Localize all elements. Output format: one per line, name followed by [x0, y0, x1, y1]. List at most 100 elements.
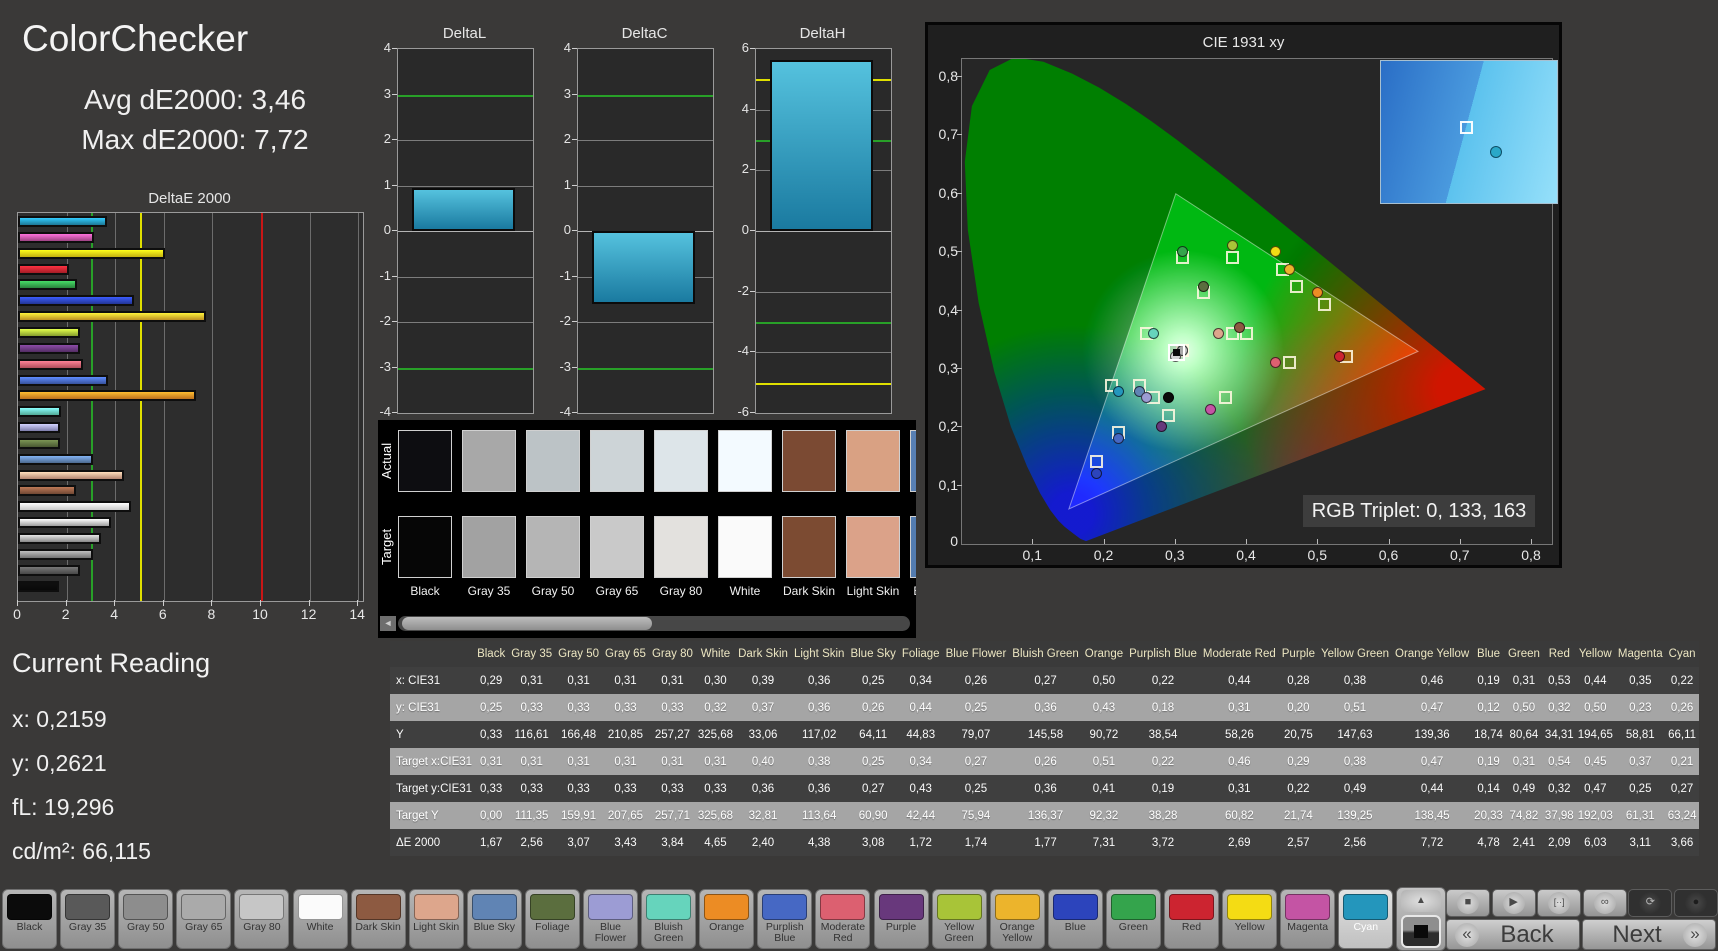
palette-button-magenta[interactable]: Magenta [1280, 889, 1336, 949]
palette-button-orange-yellow[interactable]: Orange Yellow [989, 889, 1045, 949]
bar-green [18, 279, 77, 291]
palette-button-moderate-red[interactable]: Moderate Red [815, 889, 871, 949]
back-button[interactable]: « Back [1446, 919, 1580, 950]
actual-swatch-blue-sky [910, 430, 916, 492]
palette-button-gray-80[interactable]: Gray 80 [234, 889, 290, 949]
cell-y-red: 34,31 [1542, 721, 1576, 748]
cell-x-cie31-blue: 0,19 [1472, 667, 1505, 694]
record-button[interactable]: ● [1674, 889, 1718, 917]
target-swatch-blue-sky [910, 516, 916, 578]
tick-mark [17, 600, 18, 606]
tick-mark [392, 275, 397, 277]
patch-target-marker [1460, 120, 1474, 134]
swatch-label-dark-skin: Dark Skin [782, 584, 835, 598]
palette-button-blue-sky[interactable]: Blue Sky [466, 889, 522, 949]
palette-button-gray-35[interactable]: Gray 35 [60, 889, 116, 949]
deltah-tick--4: -4 [737, 343, 749, 359]
ref-line--3 [578, 367, 713, 370]
bar-purple [18, 342, 81, 354]
bar-black [18, 580, 59, 592]
cell--e-2000-orange-yellow: 7,72 [1392, 829, 1473, 856]
refresh-button[interactable]: ⟳ [1628, 889, 1673, 917]
tick-mark [162, 600, 164, 606]
palette-button-yellow[interactable]: Yellow [1222, 889, 1278, 949]
gridline [309, 213, 311, 601]
scroll-left-arrow-icon[interactable]: ◄ [380, 616, 396, 631]
cell-x-cie31-gray-80: 0,31 [648, 667, 696, 694]
palette-button-yellow-green[interactable]: Yellow Green [931, 889, 987, 949]
tick-mark [1174, 539, 1176, 544]
cell-target-y-bluish-green: 136,37 [1009, 802, 1082, 829]
cell-target-y-cie31-yellow: 0,47 [1575, 775, 1615, 802]
deltal-tick--3: -3 [379, 358, 391, 374]
current-reading-cdm2: cd/m²: 66,115 [12, 838, 151, 864]
measure-series-button[interactable]: [··] [1537, 889, 1582, 917]
palette-chip-yellow-green [936, 894, 982, 920]
tick-mark [1531, 539, 1532, 544]
tick-mark [957, 309, 962, 311]
palette-button-light-skin[interactable]: Light Skin [408, 889, 464, 949]
deltae-axis-tick-10: 10 [252, 606, 268, 622]
cell--e-2000-purple: 2,57 [1278, 829, 1319, 856]
pattern-window-button[interactable] [1401, 915, 1441, 948]
palette-button-blue[interactable]: Blue [1047, 889, 1103, 949]
cell-x-cie31-purple: 0,28 [1278, 667, 1319, 694]
palette-chip-gray-80 [239, 894, 285, 920]
palette-button-dark-skin[interactable]: Dark Skin [350, 889, 406, 949]
palette-button-purplish-blue[interactable]: Purplish Blue [757, 889, 813, 949]
palette-button-cyan[interactable]: Cyan [1338, 889, 1394, 949]
palette-button-bluish-green[interactable]: Bluish Green [641, 889, 697, 949]
measurement-data-table: Black Gray 35 Gray 50 Gray 65 Gray 80 White Da… [390, 641, 1699, 856]
cell-target-y-cie31-purplish-blue: 0,19 [1126, 775, 1200, 802]
play-button[interactable]: ▶ [1491, 889, 1536, 917]
palette-button-green[interactable]: Green [1105, 889, 1161, 949]
palette-button-purple[interactable]: Purple [873, 889, 929, 949]
cell-target-x-cie31-gray-80: 0,31 [648, 748, 696, 775]
stop-button[interactable]: ■ [1446, 889, 1490, 917]
pattern-up-button[interactable]: ▲ [1401, 890, 1441, 912]
cie-x-tick-7: 0,7 [1450, 547, 1470, 563]
tick-mark [750, 230, 755, 231]
palette-chip-blue-flower [588, 894, 633, 920]
next-button[interactable]: Next » [1582, 919, 1716, 950]
palette-button-black[interactable]: Black [2, 889, 57, 949]
cell-target-x-cie31-moderate-red: 0,46 [1199, 748, 1279, 775]
cell-y-cie31-magenta: 0,23 [1614, 694, 1666, 721]
cell-y-gray-65: 210,85 [602, 721, 649, 748]
cell-target-x-cie31-magenta: 0,37 [1614, 748, 1666, 775]
tick-mark [357, 600, 359, 606]
cell--e-2000-moderate-red: 2,69 [1199, 829, 1279, 856]
palette-button-orange[interactable]: Orange [699, 889, 755, 949]
palette-button-gray-65[interactable]: Gray 65 [176, 889, 232, 949]
tick-mark [750, 169, 755, 171]
cell-target-y-cie31-blue: 0,14 [1472, 775, 1505, 802]
measured-point-cyan [1112, 386, 1124, 398]
swatch-scrollbar-thumb[interactable] [402, 617, 652, 630]
palette-button-gray-50[interactable]: Gray 50 [118, 889, 174, 949]
column-header-gray-35: Gray 35 [508, 641, 556, 667]
palette-button-red[interactable]: Red [1164, 889, 1219, 949]
column-header-red: Red [1542, 641, 1576, 667]
tick-mark [957, 251, 962, 253]
palette-button-white[interactable]: White [292, 889, 348, 949]
cell-target-y-orange-yellow: 138,45 [1392, 802, 1473, 829]
target-point-moderate-red [1282, 356, 1296, 370]
palette-button-foliage[interactable]: Foliage [524, 889, 580, 949]
cell-target-y-yellow: 192,03 [1575, 802, 1615, 829]
current-reading-y: y: 0,2621 [12, 750, 107, 776]
target-swatch-gray-80 [654, 516, 708, 578]
cell-target-x-cie31-gray-65: 0,31 [602, 748, 649, 775]
measure-continuous-button[interactable]: ∞ [1582, 889, 1627, 917]
current-reading-fl: fL: 19,296 [12, 794, 115, 820]
palette-chip-bluish-green [646, 894, 692, 920]
tick-mark [392, 366, 397, 368]
palette-chip-light-skin [413, 894, 459, 920]
palette-chip-moderate-red [820, 894, 866, 920]
actual-swatch-white [718, 430, 772, 492]
row-label: Target x:CIE31 [390, 748, 475, 775]
cell-target-x-cie31-yellow: 0,45 [1575, 748, 1615, 775]
cell--e-2000-green: 2,41 [1504, 829, 1543, 856]
column-header-gray-65: Gray 65 [602, 641, 649, 667]
deltae-axis-tick-8: 8 [207, 606, 216, 622]
palette-button-blue-flower[interactable]: Blue Flower [583, 889, 638, 949]
